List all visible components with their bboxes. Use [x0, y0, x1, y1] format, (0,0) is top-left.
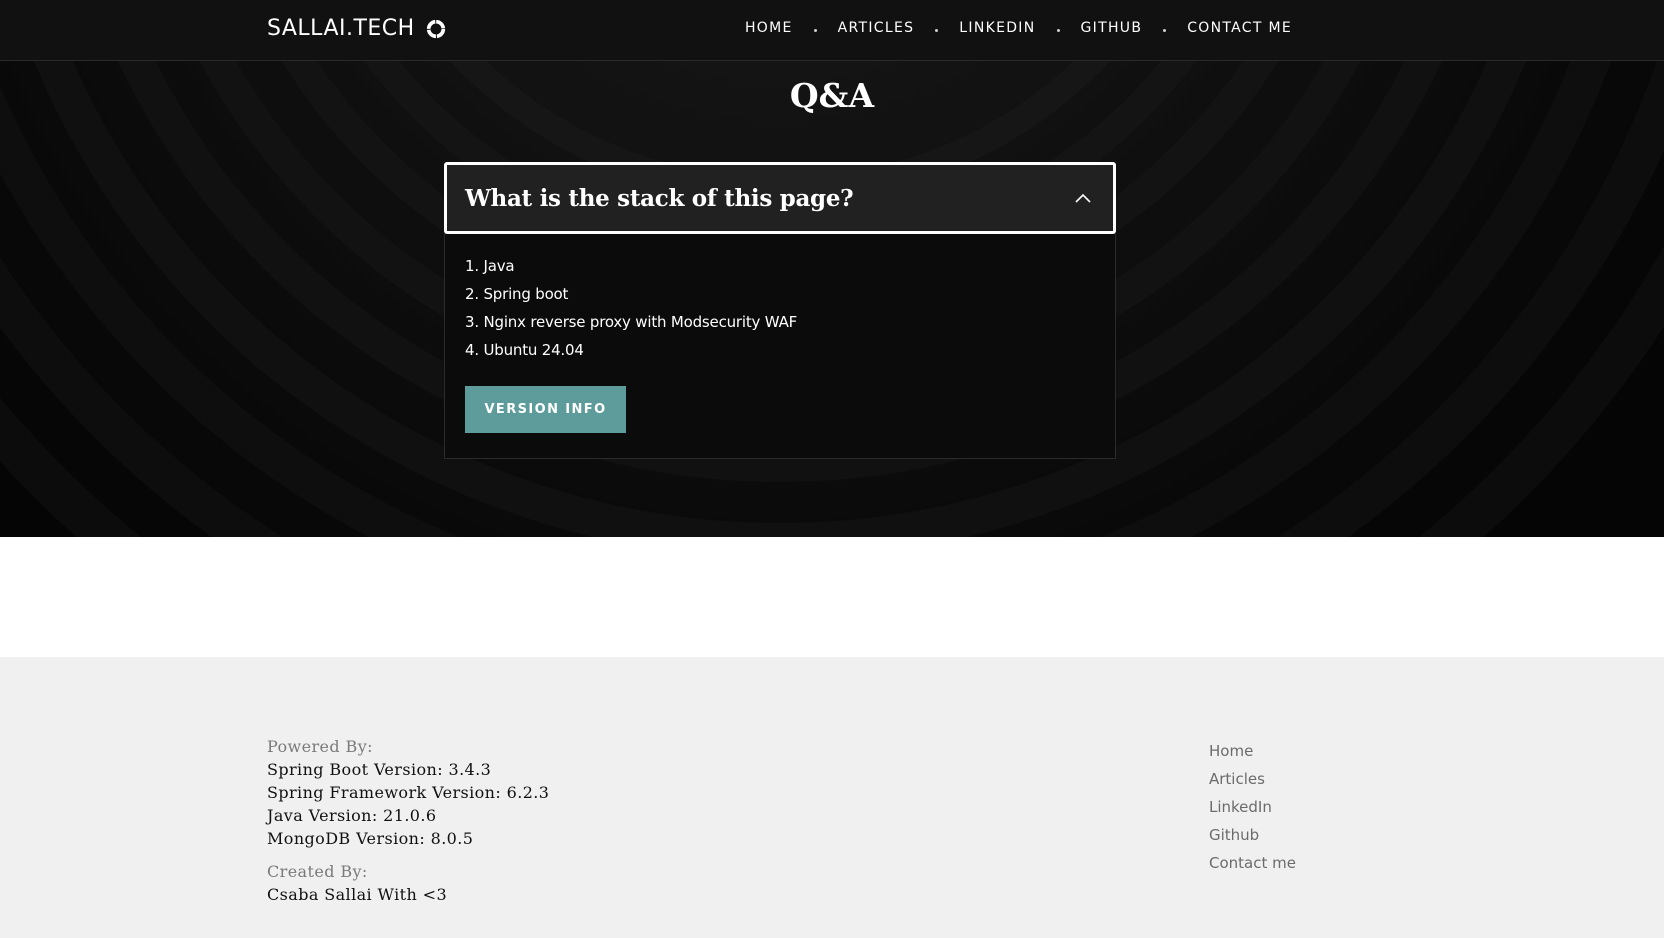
created-by-text: Csaba Sallai With <3 — [267, 885, 448, 904]
created-by-heading: Created By: — [267, 862, 368, 881]
nav-link-articles[interactable]: ARTICLES — [838, 20, 915, 36]
accordion-panel: 1. Java 2. Spring boot 3. Nginx reverse … — [444, 234, 1116, 459]
list-item: 1. Java — [465, 257, 515, 275]
mongodb-version: MongoDB Version: 8.0.5 — [267, 829, 474, 848]
list-item: 3. Nginx reverse proxy with Modsecurity … — [465, 313, 798, 331]
footer-nav: Home Articles LinkedIn Github Contact me — [1209, 737, 1296, 877]
footer-link-articles[interactable]: Articles — [1209, 765, 1296, 793]
nav-separator — [935, 29, 939, 32]
nav-link-github[interactable]: GITHUB — [1081, 20, 1143, 36]
footer: Powered By: Spring Boot Version: 3.4.3 S… — [0, 657, 1664, 938]
nav-link-home[interactable]: HOME — [745, 20, 793, 36]
ring-logo-icon — [426, 19, 445, 38]
hero-section: Q&A What is the stack of this page? 1. J… — [0, 61, 1664, 537]
faq-accordion: What is the stack of this page? 1. Java … — [444, 162, 1116, 459]
spring-boot-version: Spring Boot Version: 3.4.3 — [267, 760, 492, 779]
nav-separator — [813, 29, 817, 32]
stack-list: 1. Java 2. Spring boot 3. Nginx reverse … — [465, 252, 1095, 364]
footer-link-home[interactable]: Home — [1209, 737, 1296, 765]
nav-link-linkedin[interactable]: LINKEDIN — [959, 20, 1035, 36]
chevron-up-icon[interactable] — [1073, 191, 1093, 205]
java-version: Java Version: 21.0.6 — [267, 806, 437, 825]
powered-by-heading: Powered By: — [267, 737, 373, 756]
navbar: SALLAI.TECH HOME ARTICLES LINKEDIN GITHU… — [0, 0, 1664, 61]
version-info-button[interactable]: VERSION INFO — [465, 386, 626, 433]
nav-menu: HOME ARTICLES LINKEDIN GITHUB CONTACT ME — [745, 19, 1292, 37]
list-item: 4. Ubuntu 24.04 — [465, 341, 584, 359]
footer-link-linkedin[interactable]: LinkedIn — [1209, 793, 1296, 821]
page-title: Q&A — [789, 76, 875, 115]
spring-framework-version: Spring Framework Version: 6.2.3 — [267, 783, 550, 802]
footer-link-contact[interactable]: Contact me — [1209, 849, 1296, 877]
nav-link-contact[interactable]: CONTACT ME — [1187, 20, 1292, 36]
brand-name: SALLAI.TECH — [267, 16, 415, 41]
footer-info: Powered By: Spring Boot Version: 3.4.3 S… — [267, 736, 549, 906]
nav-separator — [1056, 29, 1060, 32]
accordion-question: What is the stack of this page? — [465, 184, 854, 212]
accordion-toggle[interactable]: What is the stack of this page? — [444, 162, 1116, 234]
nav-separator — [1163, 29, 1167, 32]
brand-link[interactable]: SALLAI.TECH — [267, 16, 447, 41]
list-item: 2. Spring boot — [465, 285, 569, 303]
footer-link-github[interactable]: Github — [1209, 821, 1296, 849]
